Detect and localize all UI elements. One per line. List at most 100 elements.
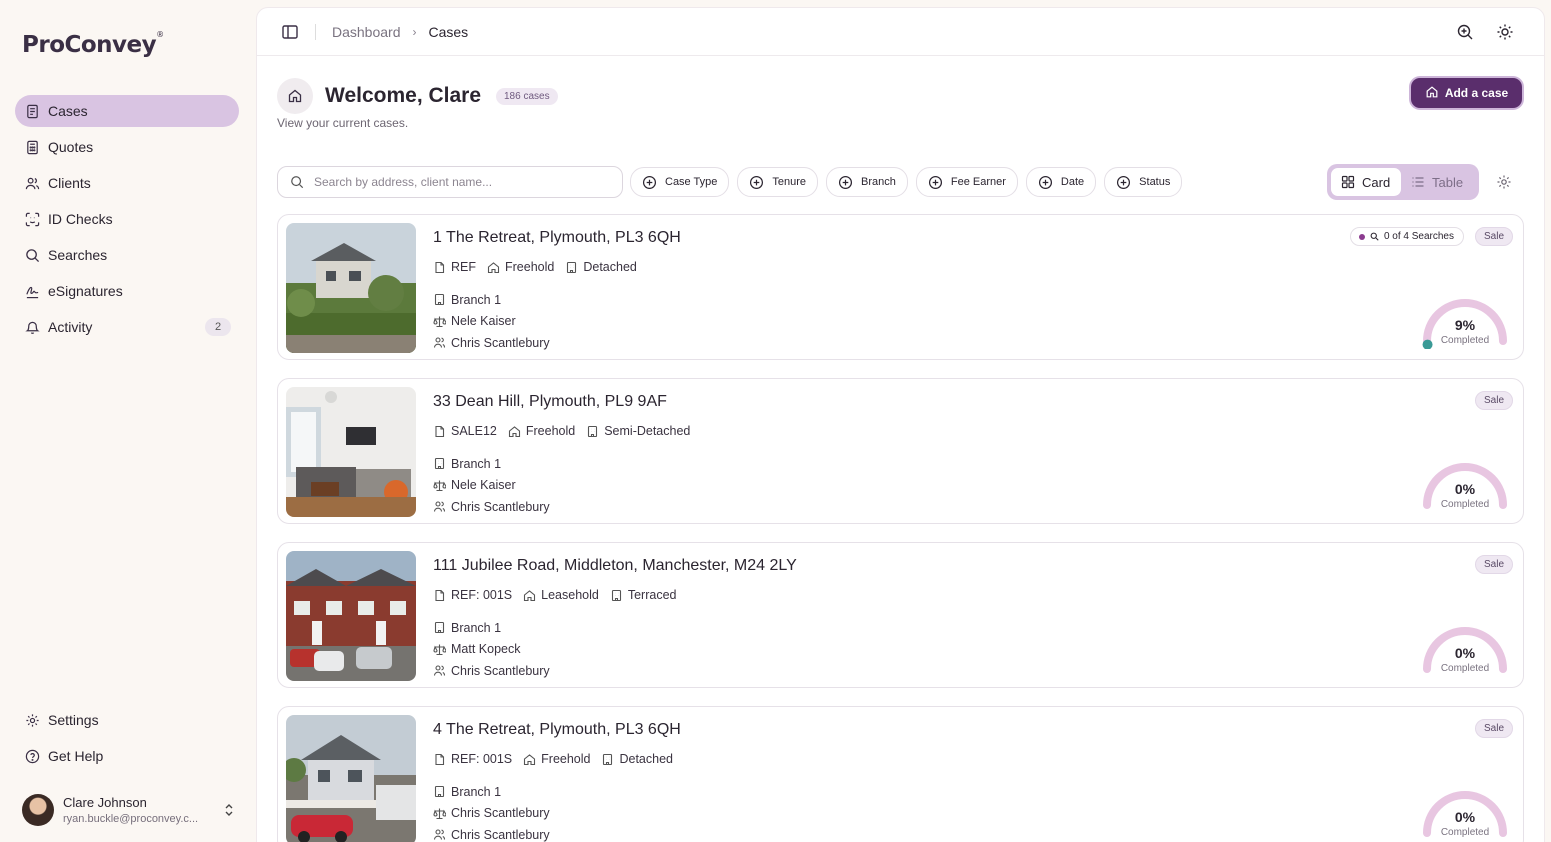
- home-icon: [524, 589, 536, 601]
- plus-circle-icon: [642, 175, 657, 189]
- property-photo: [286, 387, 416, 517]
- sidebar-item-get-help[interactable]: Get Help: [15, 740, 239, 772]
- case-ref: REF: 001S: [451, 588, 513, 602]
- sidebar-item-id-checks[interactable]: ID Checks: [15, 203, 239, 235]
- zoom-in-icon[interactable]: [1456, 23, 1474, 46]
- progress-gauge: 0% Completed: [1417, 783, 1513, 841]
- card-view-label: Card: [1362, 174, 1391, 190]
- sidebar-item-quotes[interactable]: Quotes: [15, 131, 239, 163]
- case-address[interactable]: 4 The Retreat, Plymouth, PL3 6QH: [433, 721, 681, 739]
- home-icon: [487, 261, 500, 273]
- progress-label: Completed: [1440, 663, 1490, 674]
- case-type-badge: Sale: [1474, 555, 1513, 574]
- filter-bar: Search by address, client name... Case T…: [277, 166, 1190, 198]
- progress-label: Completed: [1440, 827, 1490, 838]
- logo-text: ProConvey: [22, 32, 157, 58]
- sidebar-item-cases[interactable]: Cases: [15, 95, 239, 127]
- chevron-up-down-icon[interactable]: [221, 802, 237, 818]
- activity-count-badge: 2: [205, 318, 231, 336]
- case-client: Chris Scantlebury: [451, 499, 550, 514]
- card-view-button[interactable]: Card: [1331, 168, 1401, 196]
- plus-circle-icon: [928, 175, 942, 189]
- sidebar-item-label: Activity: [48, 319, 93, 335]
- filter-branch[interactable]: Branch: [826, 167, 908, 197]
- home-icon: [1425, 85, 1439, 102]
- sidebar-item-label: ID Checks: [48, 211, 113, 227]
- table-view-button[interactable]: Table: [1401, 168, 1473, 196]
- case-card[interactable]: 1 The Retreat, Plymouth, PL3 6QH REF Fre…: [277, 214, 1524, 360]
- case-meta: REF: 001S Freehold Detached: [433, 752, 684, 766]
- sidebar-item-label: Quotes: [48, 139, 94, 155]
- case-fee-earner: Matt Kopeck: [451, 642, 521, 657]
- building-icon: [434, 294, 445, 306]
- searches-badge[interactable]: 0 of 4 Searches: [1349, 227, 1464, 246]
- filter-tenure[interactable]: Tenure: [737, 167, 819, 197]
- gear-icon[interactable]: [1496, 174, 1512, 190]
- sidebar-item-searches[interactable]: Searches: [15, 239, 239, 271]
- filter-date[interactable]: Date: [1025, 167, 1097, 197]
- building-icon: [567, 261, 577, 273]
- property-photo: [286, 715, 416, 842]
- scan-face-icon: [24, 211, 40, 227]
- case-type-badge: Sale: [1474, 391, 1513, 410]
- plus-circle-icon: [839, 175, 853, 189]
- grid-icon: [1341, 175, 1355, 189]
- user-email: ryan.buckle@proconvey.c...: [63, 813, 199, 825]
- case-type-badge: Sale: [1474, 227, 1513, 246]
- breadcrumb-dashboard[interactable]: Dashboard: [332, 24, 401, 40]
- building-icon: [603, 753, 613, 765]
- filter-fee-earner[interactable]: Fee Earner: [915, 167, 1018, 197]
- case-property-type: Terraced: [627, 588, 677, 602]
- filter-status[interactable]: Status: [1104, 167, 1183, 197]
- sidebar-item-label: Settings: [48, 712, 99, 728]
- search-icon: [1370, 232, 1379, 241]
- add-case-label: Add a case: [1444, 86, 1509, 100]
- sun-icon[interactable]: [1496, 23, 1514, 46]
- progress-gauge: 9% Completed: [1417, 291, 1513, 350]
- users-icon: [433, 665, 446, 676]
- sidebar-toggle-icon[interactable]: [281, 23, 299, 41]
- case-address[interactable]: 33 Dean Hill, Plymouth, PL9 9AF: [433, 393, 667, 411]
- app-logo[interactable]: ProConvey®: [22, 30, 164, 58]
- case-people: Branch 1 Nele Kaiser Chris Scantlebury: [433, 453, 550, 518]
- case-ref: SALE12: [451, 424, 497, 438]
- case-people: Branch 1 Chris Scantlebury Chris Scantle…: [433, 781, 550, 842]
- case-card[interactable]: 33 Dean Hill, Plymouth, PL9 9AF SALE12 F…: [277, 378, 1524, 524]
- search-input[interactable]: Search by address, client name...: [277, 166, 623, 198]
- sidebar-item-label: Clients: [48, 175, 91, 191]
- case-meta: SALE12 Freehold Semi-Detached: [433, 424, 701, 438]
- page-subtitle: View your current cases.: [277, 116, 409, 130]
- case-address[interactable]: 111 Jubilee Road, Middleton, Manchester,…: [433, 557, 797, 575]
- search-icon: [24, 247, 40, 263]
- filter-case-type[interactable]: Case Type: [630, 167, 730, 197]
- help-circle-icon: [24, 748, 40, 764]
- case-card[interactable]: 4 The Retreat, Plymouth, PL3 6QH REF: 00…: [277, 706, 1524, 842]
- case-type-badge: Sale: [1474, 719, 1513, 738]
- sidebar-item-clients[interactable]: Clients: [15, 167, 239, 199]
- scale-icon: [433, 644, 446, 655]
- case-tenure: Leasehold: [541, 588, 599, 602]
- sidebar-nav: Cases Quotes Clients ID Checks Searches …: [15, 95, 239, 347]
- case-tenure: Freehold: [525, 424, 576, 438]
- progress-percent: 0%: [1454, 645, 1476, 661]
- progress-label: Completed: [1440, 335, 1490, 346]
- sidebar-item-settings[interactable]: Settings: [15, 704, 239, 736]
- case-fee-earner: Nele Kaiser: [451, 478, 516, 493]
- filter-label: Date: [1060, 176, 1085, 188]
- sidebar-item-esignatures[interactable]: eSignatures: [15, 275, 239, 307]
- user-menu[interactable]: Clare Johnson ryan.buckle@proconvey.c...: [22, 792, 237, 828]
- sidebar-item-activity[interactable]: Activity 2: [15, 311, 239, 343]
- case-tenure: Freehold: [505, 260, 555, 274]
- case-address[interactable]: 1 The Retreat, Plymouth, PL3 6QH: [433, 229, 681, 247]
- add-case-button[interactable]: Add a case: [1411, 78, 1522, 108]
- page-title: Welcome, Clare: [325, 84, 482, 107]
- case-meta: REF: 001S Leasehold Terraced: [433, 588, 687, 602]
- gear-icon: [24, 712, 40, 728]
- case-card[interactable]: 111 Jubilee Road, Middleton, Manchester,…: [277, 542, 1524, 688]
- file-ref-icon: [435, 261, 445, 273]
- case-fee-earner: Nele Kaiser: [451, 314, 516, 329]
- progress-percent: 0%: [1454, 481, 1476, 497]
- case-client: Chris Scantlebury: [451, 335, 550, 350]
- case-branch: Branch 1: [451, 292, 502, 307]
- filter-label: Case Type: [665, 176, 718, 188]
